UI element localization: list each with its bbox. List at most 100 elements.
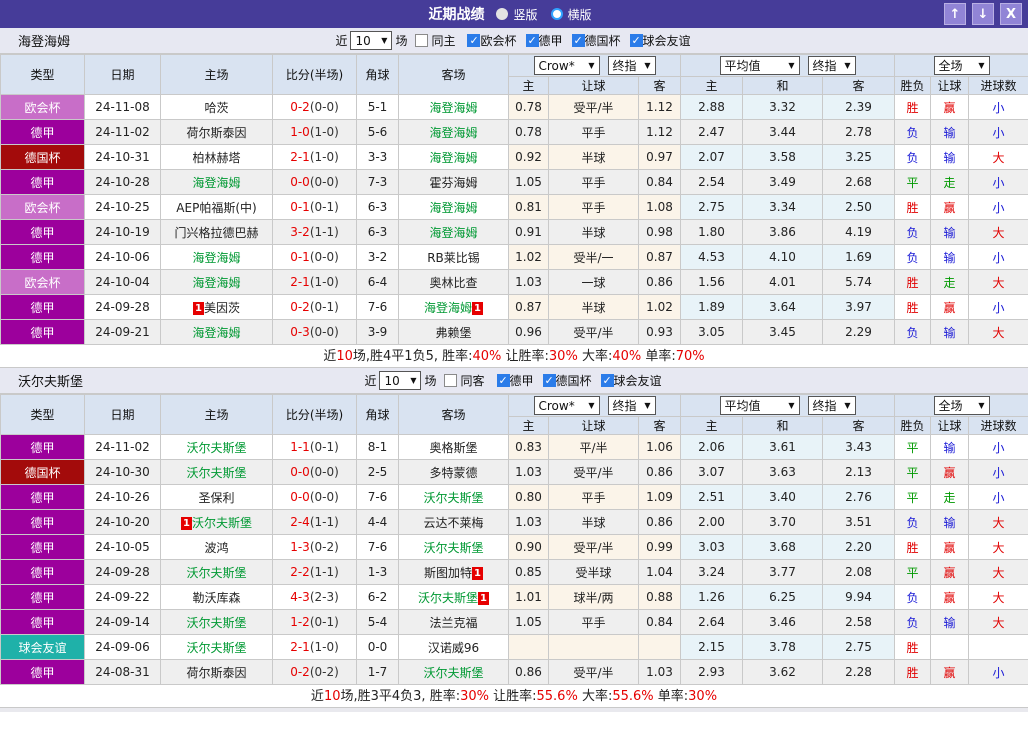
score-cell: 0-1(0-0) <box>272 244 357 270</box>
handicap-cell: 受平/半 <box>548 459 639 485</box>
score-cell: 1-1(0-1) <box>272 434 357 460</box>
result-cell: 胜 <box>894 294 932 320</box>
goals-cell: 小 <box>968 244 1028 270</box>
type-cell: 德甲 <box>0 584 85 610</box>
away-cell: 沃尔夫斯堡 1 <box>398 584 509 610</box>
type-cell: 球会友谊 <box>0 634 85 660</box>
date-cell: 24-09-06 <box>84 634 161 660</box>
match-row: 欧会杯 24-10-04 海登海姆 2-1(1-0) 6-4 奥林比查 1.03… <box>0 269 1028 295</box>
league-checkbox[interactable] <box>542 374 556 387</box>
away-cell: 沃尔夫斯堡 <box>398 484 509 510</box>
corner-cell: 7-6 <box>356 484 399 510</box>
odds-stage-select[interactable]: 终指 ▼ <box>607 396 656 415</box>
avg-draw-cell: 3.78 <box>742 634 823 660</box>
handicap-result-cell: 输 <box>930 319 970 345</box>
result-cell: 负 <box>894 244 932 270</box>
recent-count-select[interactable]: 10 ▼ <box>379 371 422 390</box>
handicap-cell: 一球 <box>548 269 639 295</box>
avg-draw-cell: 3.40 <box>742 484 823 510</box>
avg-stage-select[interactable]: 终指 ▼ <box>807 396 856 415</box>
odds-source-select[interactable]: Crow* ▼ <box>533 56 600 75</box>
type-cell: 德甲 <box>0 244 85 270</box>
col-header-odds-away: 客 <box>638 416 681 435</box>
summary-segment: 10 <box>336 349 353 364</box>
odds-group-header: Crow* ▼ 终指 ▼ <box>508 394 681 417</box>
match-row: 德国杯 24-10-30 沃尔夫斯堡 0-0(0-0) 2-5 多特蒙德 1.0… <box>0 459 1028 485</box>
chevron-down-icon: ▼ <box>788 60 795 70</box>
scope-select[interactable]: 全场 ▼ <box>933 396 990 415</box>
home-cell: 海登海姆 <box>160 244 273 270</box>
type-cell: 德国杯 <box>0 144 85 170</box>
away-odds-cell: 1.09 <box>638 484 681 510</box>
home-cell: 海登海姆 <box>160 169 273 195</box>
league-label: 球会友谊 <box>642 34 691 48</box>
league-checkbox[interactable] <box>467 34 481 47</box>
avg-stage-select[interactable]: 终指 ▼ <box>807 56 856 75</box>
score-cell: 0-2(0-1) <box>272 294 357 320</box>
match-row: 德国杯 24-10-31 柏林赫塔 2-1(1-0) 3-3 海登海姆 0.92… <box>0 144 1028 170</box>
vertical-layout-radio[interactable] <box>496 8 509 20</box>
avg-source-select[interactable]: 平均值 ▼ <box>719 56 800 75</box>
close-button[interactable]: X <box>1000 3 1022 25</box>
home-cell: 荷尔斯泰因 <box>160 119 273 145</box>
handicap-cell: 平/半 <box>548 434 639 460</box>
result-cell: 负 <box>894 319 932 345</box>
col-header-type: 类型 <box>0 54 85 95</box>
league-checkbox[interactable] <box>525 34 539 47</box>
home-cell: 海登海姆 <box>160 269 273 295</box>
type-cell: 德甲 <box>0 609 85 635</box>
window-buttons: ↑ ↓ X <box>944 3 1022 25</box>
horizontal-layout-radio[interactable] <box>550 8 563 20</box>
away-cell: 多特蒙德 <box>398 459 509 485</box>
goals-cell: 大 <box>968 584 1028 610</box>
away-odds-cell: 1.04 <box>638 559 681 585</box>
corner-cell: 0-0 <box>356 634 399 660</box>
home-odds-cell: 0.83 <box>508 434 549 460</box>
same-venue-checkbox[interactable] <box>444 374 458 387</box>
away-odds-cell: 1.08 <box>638 194 681 220</box>
score-cell: 1-3(0-2) <box>272 534 357 560</box>
avg-source-select[interactable]: 平均值 ▼ <box>719 396 800 415</box>
handicap-cell <box>548 634 639 660</box>
league-checkbox[interactable] <box>571 34 585 47</box>
match-row: 德甲 24-09-28 1 美因茨 0-2(0-1) 7-6 海登海姆 1 0.87… <box>0 294 1028 320</box>
avg-away-cell: 2.68 <box>821 169 896 195</box>
league-filter-group: 欧会杯 德甲 德国杯 球会友谊 <box>460 32 692 49</box>
scope-group-header: 全场 ▼ <box>894 54 1028 77</box>
same-venue-checkbox[interactable] <box>415 34 429 47</box>
window-title: 近期战绩 <box>428 7 485 23</box>
odds-stage-select[interactable]: 终指 ▼ <box>607 56 656 75</box>
league-checkbox[interactable] <box>629 34 643 47</box>
goals-cell: 小 <box>968 294 1028 320</box>
match-row: 德甲 24-10-20 1 沃尔夫斯堡 2-4(1-1) 4-4 云达不莱梅 1.… <box>0 509 1028 535</box>
home-odds-cell: 0.85 <box>508 559 549 585</box>
move-down-button[interactable]: ↓ <box>972 3 994 25</box>
away-odds-cell: 1.06 <box>638 434 681 460</box>
col-header-avg-draw: 和 <box>742 416 823 435</box>
corner-cell: 6-3 <box>356 194 399 220</box>
away-cell: 奥林比查 <box>398 269 509 295</box>
red-card-badge: 1 <box>472 566 483 580</box>
avg-draw-cell: 3.70 <box>742 509 823 535</box>
match-row: 德甲 24-10-19 门兴格拉德巴赫 3-2(1-1) 6-3 海登海姆 0.… <box>0 219 1028 245</box>
result-cell: 胜 <box>894 194 932 220</box>
col-header-avg-home: 主 <box>680 76 743 95</box>
away-cell: 法兰克福 <box>398 609 509 635</box>
away-cell: 弗赖堡 <box>398 319 509 345</box>
result-cell: 胜 <box>894 634 932 660</box>
league-checkbox[interactable] <box>496 374 510 387</box>
away-cell: 奥格斯堡 <box>398 434 509 460</box>
same-venue-label: 同主 <box>431 34 456 48</box>
recent-count-value: 10 <box>355 33 371 48</box>
home-cell: 1 沃尔夫斯堡 <box>160 509 273 535</box>
league-checkbox[interactable] <box>600 374 614 387</box>
move-up-button[interactable]: ↑ <box>944 3 966 25</box>
avg-home-cell: 3.05 <box>680 319 743 345</box>
odds-source-select[interactable]: Crow* ▼ <box>533 396 600 415</box>
handicap-result-cell: 赢 <box>930 294 970 320</box>
chevron-down-icon: ▼ <box>978 400 985 410</box>
matches-table: 类型 日期 主场 比分(半场) 角球 客场 Crow* ▼ 终指 ▼ 平均值 ▼ 终指… <box>0 394 1028 685</box>
recent-count-select[interactable]: 10 ▼ <box>350 31 393 50</box>
avg-stage-value: 终指 <box>812 59 837 73</box>
scope-select[interactable]: 全场 ▼ <box>933 56 990 75</box>
